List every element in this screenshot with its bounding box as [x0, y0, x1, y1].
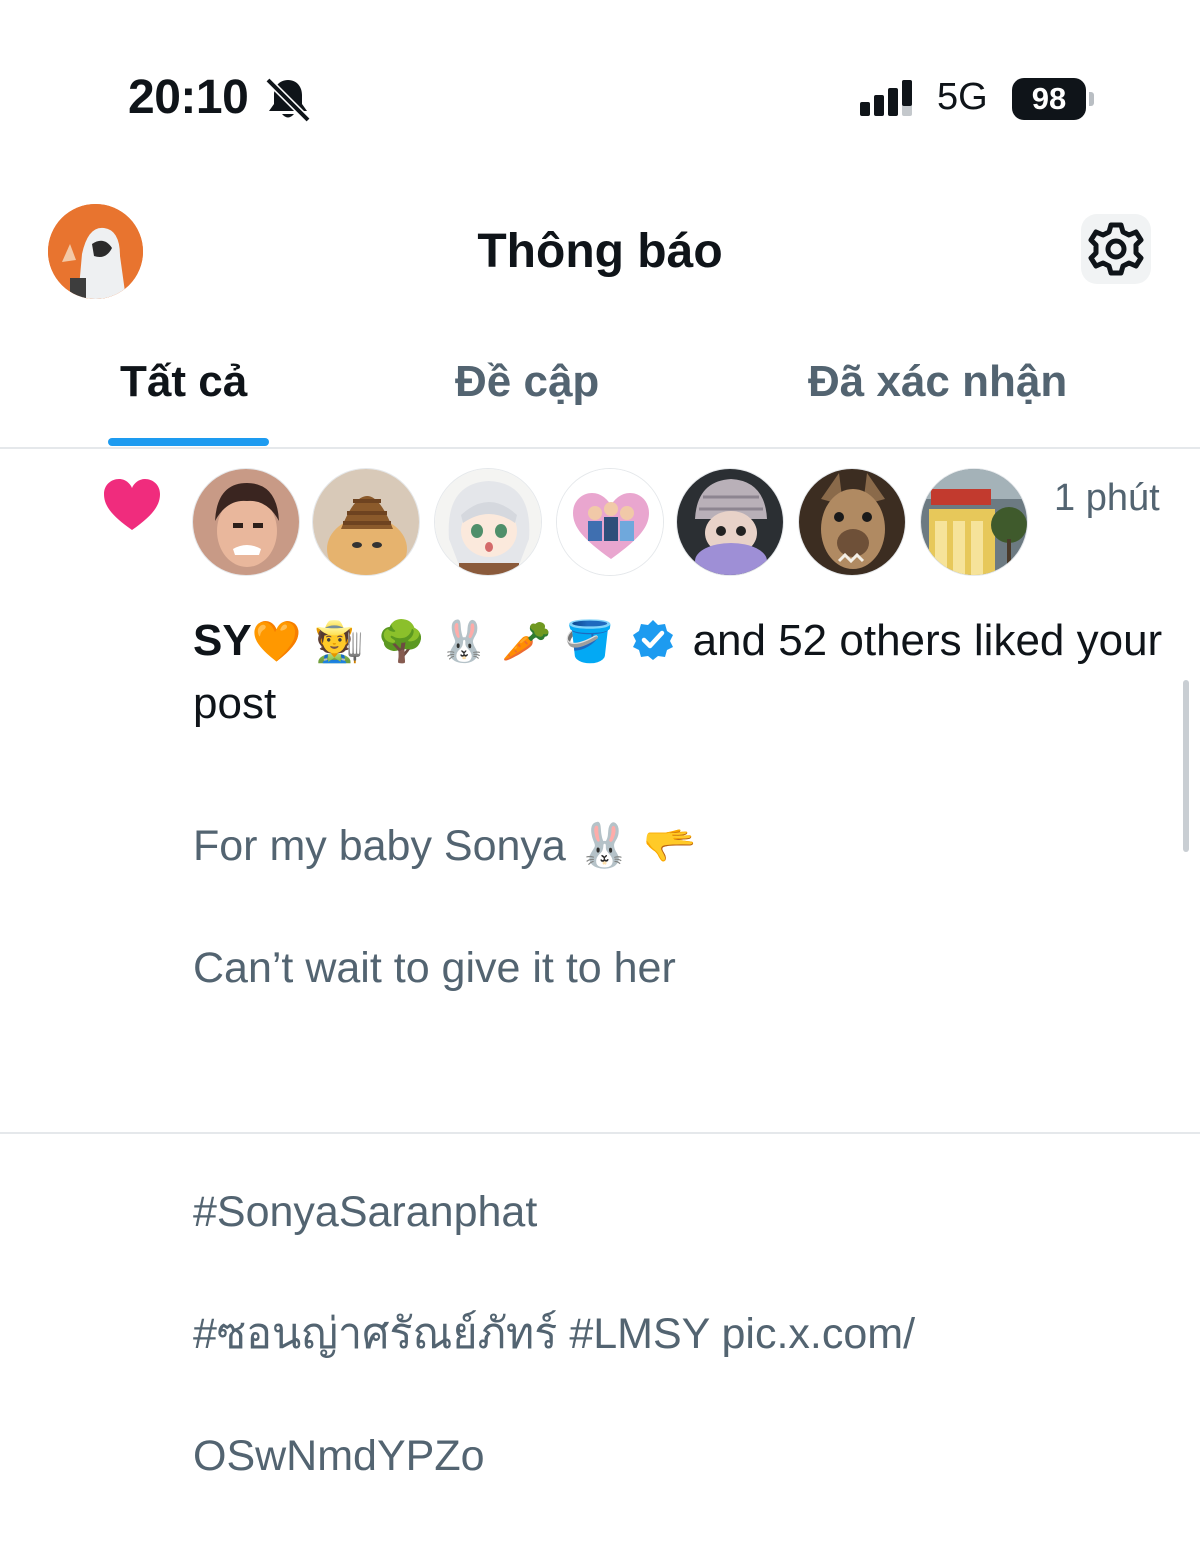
avatar-3[interactable]	[434, 468, 542, 576]
hashtag-line[interactable]: #ซอนญ่าศรัณย์ภัทร์ #LMSY pic.x.com/	[193, 1304, 1093, 1365]
divider	[0, 447, 1200, 449]
post-text[interactable]: For my baby Sonya 🐰 🫳 Can’t wait to give…	[193, 755, 1093, 1548]
network-type: 5G	[937, 76, 988, 118]
active-tab-indicator	[108, 438, 269, 446]
signal-icon	[860, 80, 912, 116]
link-line[interactable]: OSwNmdYPZo	[193, 1426, 1093, 1487]
tab-all[interactable]: Tất cả	[120, 357, 247, 407]
avatar-image	[677, 469, 783, 575]
hashtag-line[interactable]: #SonyaSaranphat	[193, 1182, 1093, 1243]
avatar-image	[921, 469, 1027, 575]
avatar-image	[313, 469, 419, 575]
avatar-image	[557, 469, 663, 575]
avatar-1[interactable]	[192, 468, 300, 576]
avatar-6[interactable]	[798, 468, 906, 576]
scrollbar[interactable]	[1183, 680, 1189, 852]
battery-indicator: 98	[1012, 78, 1086, 120]
timestamp: 1 phút	[1054, 477, 1160, 519]
status-time: 20:10	[128, 71, 249, 124]
divider	[0, 1132, 1200, 1134]
heart-icon	[104, 479, 160, 530]
battery-nub	[1089, 92, 1094, 106]
avatar-image	[435, 469, 541, 575]
tab-mentions[interactable]: Đề cập	[455, 357, 599, 407]
settings-button[interactable]	[1081, 214, 1151, 284]
avatar-image	[799, 469, 905, 575]
avatar-2[interactable]	[312, 468, 420, 576]
name-emojis: 🧡 🧑‍🌾 🌳 🐰 🥕 🪣	[251, 619, 615, 665]
avatar-4[interactable]	[556, 468, 664, 576]
verified-badge-icon	[633, 620, 674, 660]
page-title: Thông báo	[477, 225, 723, 278]
gear-icon	[1088, 222, 1144, 276]
avatar-5[interactable]	[676, 468, 784, 576]
avatar-image	[193, 469, 299, 575]
post-line: Can’t wait to give it to her	[193, 944, 676, 992]
bell-muted-icon	[265, 77, 311, 122]
tab-verified[interactable]: Đã xác nhận	[808, 357, 1067, 407]
post-line: For my baby Sonya 🐰 🫳	[193, 822, 697, 870]
user-name[interactable]: SY	[193, 616, 252, 665]
notification-summary[interactable]: SY🧡 🧑‍🌾 🌳 🐰 🥕 🪣 and 52 others liked your…	[193, 610, 1173, 734]
avatar-7[interactable]	[920, 468, 1028, 576]
